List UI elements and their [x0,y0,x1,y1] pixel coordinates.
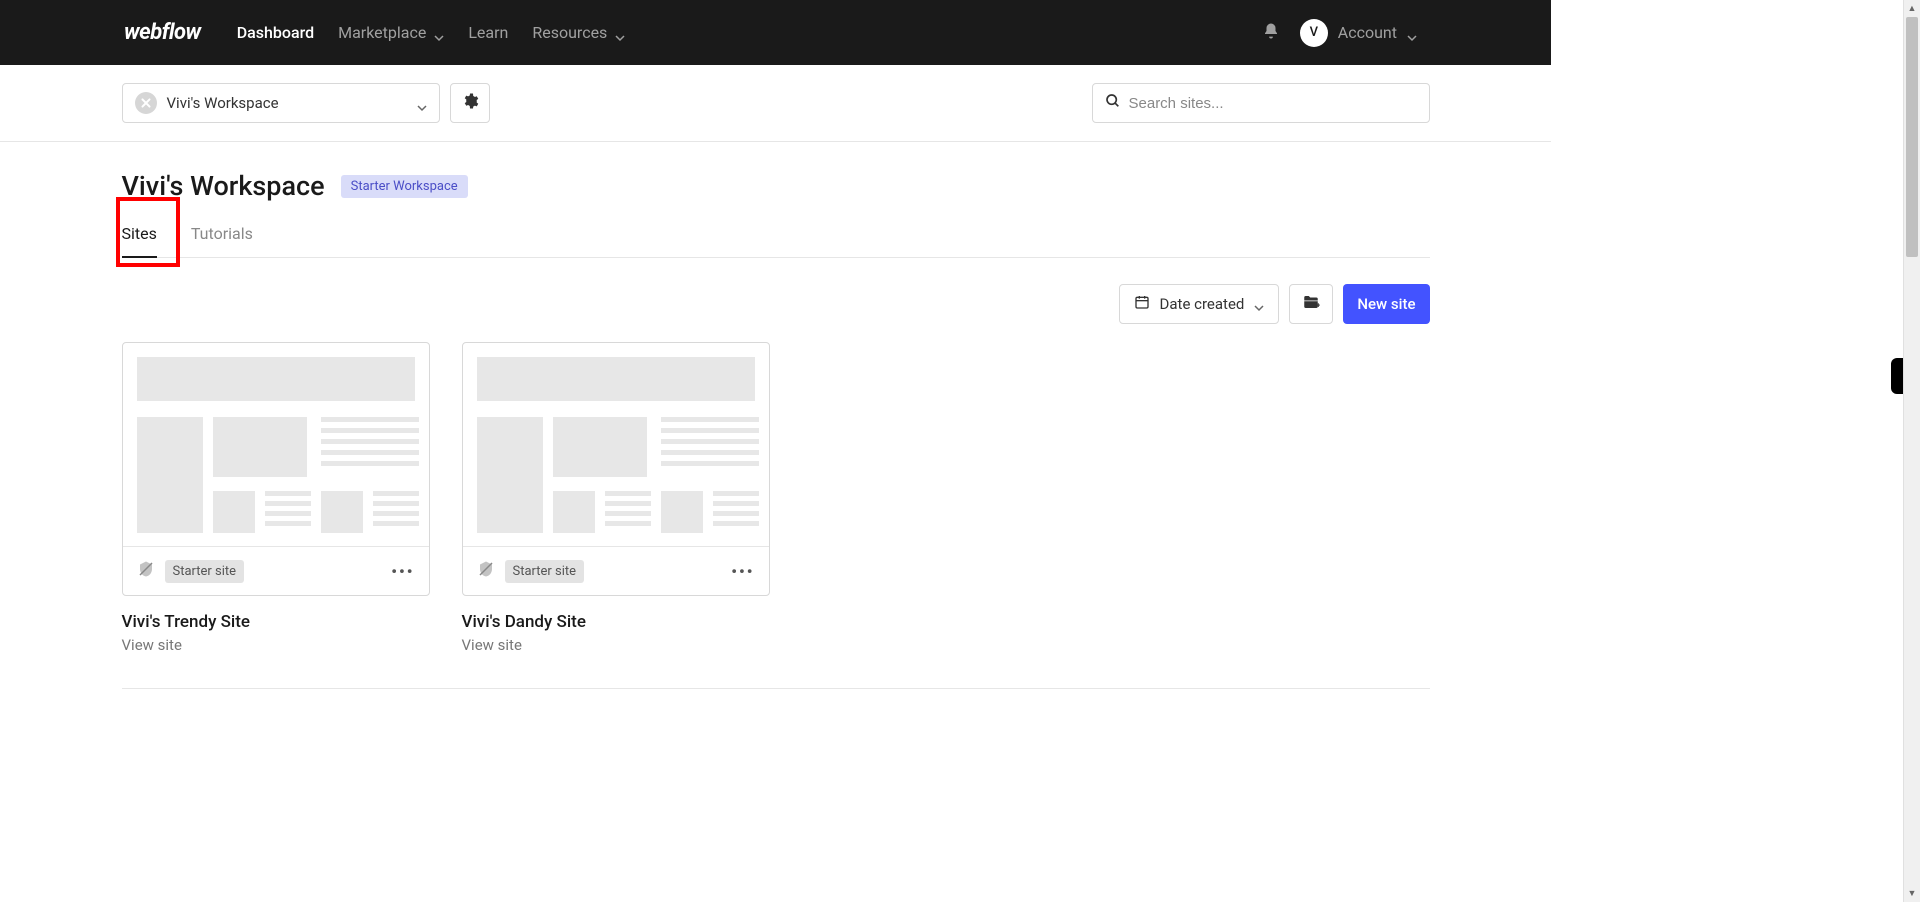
workspace-selector[interactable]: Vivi's Workspace [122,83,440,123]
scroll-up-arrow[interactable]: ▲ [1904,0,1920,17]
site-cards: Starter site ••• Vivi's Trendy Site View… [122,342,1430,654]
search-input[interactable] [1129,95,1417,112]
chevron-down-icon [615,28,625,38]
account-menu[interactable]: V Account [1300,19,1417,47]
workspace-icon [135,92,157,114]
search-icon [1105,93,1121,113]
workspace-plan-badge: Starter Workspace [341,175,468,198]
page-title: Vivi's Workspace [122,170,325,202]
site-menu-button[interactable]: ••• [731,562,754,581]
site-status-badge: Starter site [165,560,245,583]
unpublished-icon [137,560,155,582]
chevron-down-icon [417,98,427,108]
logo: webflow [124,20,201,45]
nav-marketplace[interactable]: Marketplace [338,23,444,42]
calendar-icon [1134,294,1150,314]
site-title[interactable]: Vivi's Dandy Site [462,612,770,632]
tab-tutorials[interactable]: Tutorials [191,224,253,257]
sort-label: Date created [1160,295,1245,313]
tabs: Sites Tutorials [122,224,1430,258]
avatar: V [1300,19,1328,47]
sort-button[interactable]: Date created [1119,284,1280,324]
svg-text:+: + [1317,300,1321,309]
chevron-down-icon [434,28,444,38]
toolbar: Date created + New site [122,284,1430,324]
site-menu-button[interactable]: ••• [391,562,414,581]
chevron-down-icon [1254,299,1264,309]
top-nav: webflow Dashboard Marketplace Learn Reso… [0,0,1551,65]
search-box[interactable] [1092,83,1430,123]
scrollbar[interactable]: ▲ ▼ [1903,0,1920,902]
nav-marketplace-label: Marketplace [338,23,426,42]
site-thumbnail [123,343,429,547]
nav-learn[interactable]: Learn [468,23,508,42]
site-card-box[interactable]: Starter site ••• [462,342,770,596]
unpublished-icon [477,560,495,582]
gear-icon [461,92,479,114]
scroll-thumb[interactable] [1906,17,1918,257]
site-card: Starter site ••• Vivi's Dandy Site View … [462,342,770,654]
site-card: Starter site ••• Vivi's Trendy Site View… [122,342,430,654]
bell-icon[interactable] [1262,22,1280,44]
nav-resources[interactable]: Resources [532,23,625,42]
workspace-settings-button[interactable] [450,83,490,123]
tab-sites[interactable]: Sites [122,224,157,257]
chevron-down-icon [1407,28,1417,38]
account-label: Account [1338,23,1397,42]
scroll-down-arrow[interactable]: ▼ [1904,885,1920,902]
main-content: Vivi's Workspace Starter Workspace Sites… [122,142,1430,689]
site-card-box[interactable]: Starter site ••• [122,342,430,596]
add-folder-button[interactable]: + [1289,284,1333,324]
workspace-name: Vivi's Workspace [167,94,279,112]
new-site-button[interactable]: New site [1343,284,1429,324]
folder-plus-icon: + [1302,293,1320,315]
nav-dashboard[interactable]: Dashboard [237,23,314,42]
site-status-badge: Starter site [505,560,585,583]
site-thumbnail [463,343,769,547]
subheader: Vivi's Workspace [0,65,1551,142]
site-title[interactable]: Vivi's Trendy Site [122,612,430,632]
nav-resources-label: Resources [532,23,607,42]
view-site-link[interactable]: View site [462,636,770,654]
side-widget-tab[interactable] [1891,358,1903,394]
view-site-link[interactable]: View site [122,636,430,654]
